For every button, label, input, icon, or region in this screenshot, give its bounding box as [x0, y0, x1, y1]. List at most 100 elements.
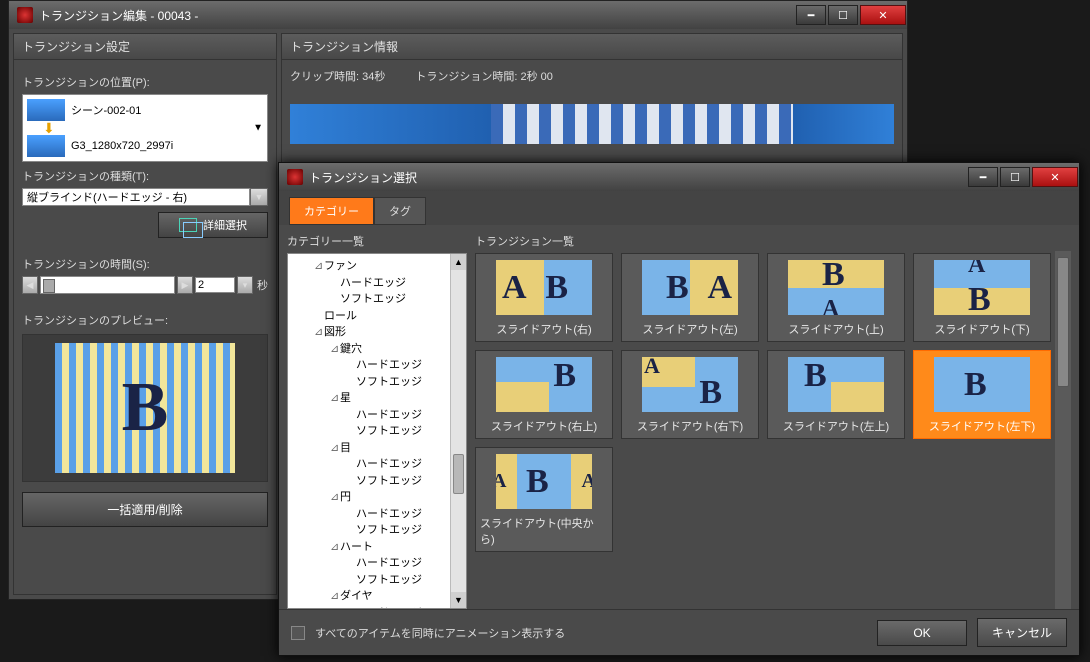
maximize-button[interactable]: ☐ — [828, 5, 858, 25]
scroll-down-icon[interactable]: ▼ — [451, 592, 466, 608]
tree-node[interactable]: ハードエッジ — [292, 407, 462, 424]
time-spinner[interactable]: ▾ — [237, 276, 253, 294]
transition-item[interactable]: BAスライドアウト(上) — [767, 253, 905, 342]
app-icon — [17, 7, 33, 23]
transition-thumb: B — [496, 357, 592, 412]
tree-node[interactable]: ⊿ファン — [292, 258, 462, 275]
animate-checkbox[interactable] — [291, 626, 305, 640]
type-label: トランジションの種類(T): — [22, 168, 268, 184]
transition-item[interactable]: ABスライドアウト(右) — [475, 253, 613, 342]
preview-label: トランジションのプレビュー: — [22, 312, 268, 328]
transition-label: スライドアウト(下) — [934, 321, 1029, 337]
tree-node[interactable]: ハードエッジ — [292, 275, 462, 292]
clip-to-text: G3_1280x720_2997i — [71, 140, 173, 152]
transition-label: スライドアウト(右) — [496, 321, 591, 337]
bulk-apply-button[interactable]: 一括適用/削除 — [22, 492, 268, 527]
transition-thumb: BAA — [496, 454, 592, 509]
preview-image: B — [55, 343, 235, 473]
time-step-left[interactable]: ◀ — [22, 276, 38, 294]
clip-from-thumb — [27, 99, 65, 121]
tree-node[interactable]: ⊿目 — [292, 440, 462, 457]
type-dropdown[interactable]: ▼ — [22, 188, 268, 206]
tree-node[interactable]: ソフトエッジ — [292, 522, 462, 539]
transition-label: スライドアウト(右下) — [637, 418, 743, 434]
transition-thumb: BA — [642, 357, 738, 412]
tree-scrollbar[interactable]: ▲ ▼ — [450, 254, 466, 608]
popup-maximize-button[interactable]: ☐ — [1000, 167, 1030, 187]
tree-node[interactable]: ハードエッジ — [292, 357, 462, 374]
detail-button-label: 詳細選択 — [203, 217, 247, 233]
cancel-button[interactable]: キャンセル — [977, 618, 1067, 647]
transition-list-label: トランジション一覧 — [475, 233, 1071, 249]
transition-item[interactable]: BAA スライドアウト(中央から) — [475, 447, 613, 552]
transition-item[interactable]: ABスライドアウト(下) — [913, 253, 1051, 342]
tree-node[interactable]: ⊿円 — [292, 489, 462, 506]
type-dropdown-icon[interactable]: ▼ — [250, 188, 268, 206]
tree-node[interactable]: ソフトエッジ — [292, 572, 462, 589]
list-scrollbar[interactable] — [1055, 251, 1071, 609]
popup-title: トランジション選択 — [309, 169, 417, 186]
transition-item[interactable]: B スライドアウト(右上) — [475, 350, 613, 439]
tree-node[interactable]: ソフトエッジ — [292, 473, 462, 490]
popup-titlebar[interactable]: トランジション選択 ━ ☐ ✕ — [279, 163, 1079, 191]
ok-button[interactable]: OK — [877, 620, 967, 646]
tree-node[interactable]: ⊿図形 — [292, 324, 462, 341]
tab-category[interactable]: カテゴリー — [289, 197, 374, 225]
list-scroll-thumb[interactable] — [1057, 257, 1069, 387]
transition-thumb: BA — [642, 260, 738, 315]
scroll-thumb[interactable] — [453, 454, 464, 494]
popup-close-button[interactable]: ✕ — [1032, 167, 1078, 187]
tab-tag[interactable]: タグ — [374, 197, 426, 225]
time-unit: 秒 — [257, 277, 268, 293]
time-step-right[interactable]: ▶ — [177, 276, 193, 294]
transition-label: スライドアウト(左下) — [929, 418, 1035, 434]
tree-node[interactable]: ハードエッジ — [292, 456, 462, 473]
transition-item[interactable]: Bスライドアウト(左下) — [913, 350, 1051, 439]
tree-node[interactable]: ソフトエッジ — [292, 423, 462, 440]
time-slider[interactable] — [40, 276, 175, 294]
category-list-label: カテゴリー一覧 — [287, 233, 467, 249]
time-input[interactable] — [195, 277, 235, 293]
transition-item[interactable]: BA スライドアウト(右下) — [621, 350, 759, 439]
position-dropdown-icon[interactable]: ▼ — [253, 123, 263, 134]
scroll-up-icon[interactable]: ▲ — [451, 254, 466, 270]
detail-icon — [179, 218, 197, 232]
animate-checkbox-label[interactable]: すべてのアイテムを同時にアニメーション表示する — [315, 625, 565, 641]
transition-label: スライドアウト(左) — [642, 321, 737, 337]
transition-item[interactable]: Bスライドアウト(左上) — [767, 350, 905, 439]
clip-time-value: 34秒 — [362, 71, 385, 83]
trans-time-label: トランジション時間: — [415, 71, 517, 83]
tree-node[interactable]: ⊿ハート — [292, 539, 462, 556]
transition-label: スライドアウト(上) — [788, 321, 883, 337]
popup-minimize-button[interactable]: ━ — [968, 167, 998, 187]
transition-thumb: B — [788, 357, 884, 412]
down-arrow-icon: ⬇ — [43, 123, 263, 133]
settings-panel-title: トランジション設定 — [14, 34, 276, 60]
transition-item[interactable]: BA スライドアウト(左) — [621, 253, 759, 342]
minimize-button[interactable]: ━ — [796, 5, 826, 25]
close-button[interactable]: ✕ — [860, 5, 906, 25]
tree-node[interactable]: ⊿ダイヤ — [292, 588, 462, 605]
tree-node[interactable]: ソフトエッジ — [292, 374, 462, 391]
detail-select-button[interactable]: 詳細選択 — [158, 212, 268, 238]
position-selector[interactable]: シーン-002-01 ⬇ G3_1280x720_2997i ▼ — [22, 94, 268, 162]
clip-time-label: クリップ時間: — [290, 71, 359, 83]
main-window-title: トランジション編集 - 00043 - — [39, 7, 198, 24]
main-titlebar[interactable]: トランジション編集 - 00043 - ━ ☐ ✕ — [9, 1, 907, 29]
type-field[interactable] — [22, 188, 250, 206]
app-icon — [287, 169, 303, 185]
tree-node[interactable]: ⊿星 — [292, 390, 462, 407]
tree-node[interactable]: ハードエッジ — [292, 555, 462, 572]
trans-time-value: 2秒 00 — [521, 71, 553, 83]
category-tree[interactable]: ⊿ファンハードエッジソフトエッジロール⊿図形⊿鍵穴ハードエッジソフトエッジ⊿星ハ… — [287, 253, 467, 609]
tree-node[interactable]: ロール — [292, 308, 462, 325]
transition-label: スライドアウト(中央から) — [480, 515, 608, 547]
transition-label: スライドアウト(右上) — [491, 418, 597, 434]
tree-node[interactable]: ハードエッジ — [292, 506, 462, 523]
transition-select-window: トランジション選択 ━ ☐ ✕ カテゴリー タグ カテゴリー一覧 ⊿ファンハード… — [278, 162, 1080, 656]
clip-to-thumb — [27, 135, 65, 157]
tree-node[interactable]: ソフトエッジ — [292, 291, 462, 308]
tree-node[interactable]: ハードエッジ — [292, 605, 462, 610]
tab-bar: カテゴリー タグ — [279, 191, 1079, 225]
tree-node[interactable]: ⊿鍵穴 — [292, 341, 462, 358]
